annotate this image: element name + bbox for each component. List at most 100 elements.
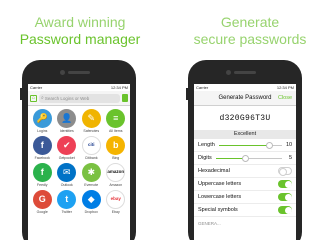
ebay-icon: ebay bbox=[106, 190, 126, 209]
tile-label: Google bbox=[36, 210, 48, 214]
search-input[interactable]: ⌕ Search Logins or Web bbox=[39, 93, 120, 103]
identities-icon: 👤 bbox=[57, 109, 77, 128]
tile-getpocket[interactable]: ✔ Getpocket bbox=[55, 136, 80, 161]
tile-label: Amazon bbox=[109, 183, 123, 187]
slider-track-rest bbox=[245, 157, 282, 159]
option-row: Special symbols bbox=[194, 204, 296, 217]
tile-facebook[interactable]: f Facebook bbox=[30, 136, 55, 161]
headline-right-line2: secure passwords bbox=[193, 31, 307, 47]
option-rows: Hexadecimal Uppercase letters Lowercase le… bbox=[194, 165, 296, 217]
dropbox-icon: ◆ bbox=[81, 190, 101, 209]
tile-identities[interactable]: 👤 Identities bbox=[55, 109, 80, 134]
getpocket-icon: ✔ bbox=[57, 136, 77, 155]
tile-label: All Items bbox=[109, 129, 123, 133]
tile-label: Outlook bbox=[60, 183, 73, 187]
option-row: Lowercase letters bbox=[194, 191, 296, 204]
all-items-icon: ≡ bbox=[106, 109, 126, 128]
option-toggle[interactable] bbox=[278, 180, 292, 188]
page-title: Generate Password bbox=[218, 95, 272, 101]
tile-dropbox[interactable]: ◆ Dropbox bbox=[79, 190, 104, 215]
strength-label: Excellent bbox=[194, 130, 296, 139]
evernote-icon: ✱ bbox=[81, 163, 101, 182]
outlook-icon: ✉ bbox=[57, 163, 77, 182]
phone-left: Carrier 12:34 PM ⌂ ⌕ Search Logins or We… bbox=[20, 60, 136, 240]
option-toggle[interactable] bbox=[278, 206, 292, 214]
option-label: Special symbols bbox=[198, 207, 238, 213]
slider-knob[interactable] bbox=[265, 141, 273, 149]
headline-left: Award winning Password manager bbox=[0, 14, 160, 48]
headline-right-line1: Generate bbox=[220, 14, 280, 30]
tile-outlook[interactable]: ✉ Outlook bbox=[55, 163, 80, 188]
tile-grid: 🔑 Logins 👤 Identities ✎ Safenotes ≡ All Items f F… bbox=[28, 106, 130, 215]
option-toggle[interactable] bbox=[278, 167, 292, 176]
tile-feedly[interactable]: f Feedly bbox=[30, 163, 55, 188]
status-bar: Carrier 12:34 PM bbox=[28, 84, 130, 91]
option-row: Hexadecimal bbox=[194, 165, 296, 178]
digits-value: 5 bbox=[288, 155, 292, 161]
tile-label: Feedly bbox=[36, 183, 48, 187]
generate-password-navbar: Generate Password Close bbox=[194, 91, 296, 106]
tile-evernote[interactable]: ✱ Evernote bbox=[79, 163, 104, 188]
headline-right: Generate secure passwords bbox=[180, 14, 320, 48]
search-icon: ⌕ bbox=[41, 95, 44, 101]
phone-left-screen: Carrier 12:34 PM ⌂ ⌕ Search Logins or We… bbox=[28, 84, 130, 240]
tile-twitter[interactable]: t Twitter bbox=[55, 190, 80, 215]
length-slider[interactable] bbox=[218, 141, 282, 149]
tile-google[interactable]: G Google bbox=[30, 190, 55, 215]
tile-amazon[interactable]: amazon Amazon bbox=[104, 163, 129, 188]
tile-ebay[interactable]: ebay Ebay bbox=[104, 190, 129, 215]
generated-password[interactable]: d320G96T3U bbox=[194, 106, 296, 130]
option-label: Lowercase letters bbox=[198, 194, 242, 200]
tile-label: Logins bbox=[37, 129, 48, 133]
phone-right-screen: Carrier 12:34 PM Generate Password Close… bbox=[194, 84, 296, 240]
speaker-grille bbox=[234, 71, 256, 74]
tile-label: Twitter bbox=[61, 210, 72, 214]
facebook-icon: f bbox=[32, 136, 52, 155]
bing-icon: b bbox=[106, 136, 126, 155]
camera-icon bbox=[60, 70, 65, 75]
tile-logins[interactable]: 🔑 Logins bbox=[30, 109, 55, 134]
digits-slider[interactable] bbox=[215, 154, 282, 162]
headline-left-line1: Award winning bbox=[34, 14, 126, 30]
digits-label: Digits bbox=[198, 155, 212, 161]
lock-icon[interactable]: ⌂ bbox=[30, 94, 37, 102]
digits-row: Digits 5 bbox=[194, 152, 296, 165]
time-label: 12:34 PM bbox=[110, 85, 128, 90]
option-row: Uppercase letters bbox=[194, 178, 296, 191]
google-icon: G bbox=[32, 190, 52, 209]
tile-label: Citibank bbox=[84, 156, 98, 160]
headline-left-line2: Password manager bbox=[19, 31, 141, 47]
tile-label: Ebay bbox=[111, 210, 120, 214]
citibank-icon: citi bbox=[81, 136, 101, 155]
tile-citibank[interactable]: citi Citibank bbox=[79, 136, 104, 161]
tile-label: Safenotes bbox=[83, 129, 100, 133]
option-label: Hexadecimal bbox=[198, 168, 230, 174]
logins-icon: 🔑 bbox=[32, 109, 52, 128]
option-toggle[interactable] bbox=[278, 193, 292, 201]
status-bar: Carrier 12:34 PM bbox=[194, 84, 296, 91]
amazon-icon: amazon bbox=[106, 163, 126, 182]
length-row: Length 10 bbox=[194, 139, 296, 152]
length-label: Length bbox=[198, 142, 215, 148]
safenotes-icon: ✎ bbox=[81, 109, 101, 128]
phone-right: Carrier 12:34 PM Generate Password Close… bbox=[186, 60, 302, 240]
tile-bing[interactable]: b Bing bbox=[104, 136, 129, 161]
option-label: Uppercase letters bbox=[198, 181, 242, 187]
slider-knob[interactable] bbox=[242, 154, 250, 162]
tile-label: Bing bbox=[112, 156, 120, 160]
tile-all-items[interactable]: ≡ All Items bbox=[104, 109, 129, 134]
camera-icon bbox=[226, 70, 231, 75]
navbar: ⌂ ⌕ Search Logins or Web bbox=[28, 91, 130, 106]
tile-label: Evernote bbox=[84, 183, 99, 187]
footer-partial: GENERA... bbox=[198, 221, 221, 226]
feedly-icon: f bbox=[32, 163, 52, 182]
speaker-grille bbox=[68, 71, 90, 74]
close-button[interactable]: Close bbox=[278, 95, 292, 101]
twitter-icon: t bbox=[57, 190, 77, 209]
carrier-label: Carrier bbox=[30, 85, 43, 90]
tile-safenotes[interactable]: ✎ Safenotes bbox=[79, 109, 104, 134]
tile-label: Getpocket bbox=[58, 156, 75, 160]
length-value: 10 bbox=[286, 142, 293, 148]
bookmark-icon[interactable] bbox=[122, 94, 128, 102]
search-placeholder: Search Logins or Web bbox=[44, 95, 90, 101]
